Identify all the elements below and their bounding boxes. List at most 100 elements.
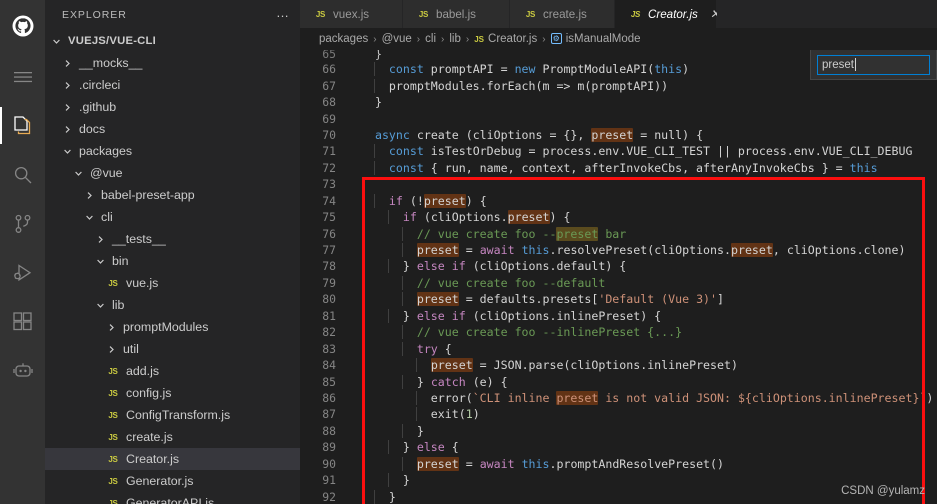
- explorer-more-actions-icon[interactable]: …: [276, 6, 290, 24]
- js-file-icon: JS: [105, 367, 121, 376]
- chevron-down-icon[interactable]: [72, 162, 85, 184]
- code-text: exit(1): [360, 407, 937, 421]
- line-number: 86: [300, 391, 360, 405]
- tree-item[interactable]: @vue: [45, 162, 300, 184]
- code-editor[interactable]: 65 }66 const promptAPI = new PromptModul…: [300, 50, 937, 504]
- editor-tab-bar[interactable]: JSvuex.jsJSbabel.jsJScreate.jsJSCreator.…: [300, 0, 937, 28]
- chevron-right-icon[interactable]: [61, 96, 74, 118]
- tree-item[interactable]: VUEJS/VUE-CLI: [45, 30, 300, 52]
- tree-item-label: .circleci: [74, 78, 120, 92]
- line-number: 78: [300, 259, 360, 273]
- chevron-down-icon[interactable]: [61, 140, 74, 162]
- chevron-down-icon[interactable]: [94, 294, 107, 316]
- code-text: async create (cliOptions = {}, preset = …: [360, 128, 937, 142]
- run-and-debug-icon[interactable]: [0, 248, 45, 297]
- find-widget[interactable]: preset: [810, 50, 937, 80]
- github-logo-icon[interactable]: [0, 0, 45, 52]
- source-control-icon[interactable]: [0, 199, 45, 248]
- js-file-icon: JS: [474, 35, 484, 44]
- line-number: 80: [300, 292, 360, 306]
- breadcrumb-item-label: packages: [319, 33, 368, 45]
- tree-item[interactable]: JSGeneratorAPI.js: [45, 492, 300, 504]
- breadcrumb-item[interactable]: ⚙ isManualMode: [551, 33, 641, 45]
- chevron-right-icon[interactable]: [105, 316, 118, 338]
- code-line: 69: [300, 110, 937, 126]
- js-file-icon: JS: [628, 10, 643, 19]
- tree-item[interactable]: cli: [45, 206, 300, 228]
- chevron-right-icon[interactable]: [94, 228, 107, 250]
- chevron-right-icon[interactable]: [61, 74, 74, 96]
- tree-item[interactable]: util: [45, 338, 300, 360]
- tree-item[interactable]: packages: [45, 140, 300, 162]
- breadcrumb[interactable]: packages›@vue›cli›lib›JSCreator.js›⚙isMa…: [300, 28, 937, 50]
- chevron-right-icon[interactable]: [61, 118, 74, 140]
- tree-item-label: __tests__: [107, 232, 166, 246]
- indent-guide: [402, 424, 403, 438]
- file-tree[interactable]: VUEJS/VUE-CLI__mocks__ .circleci .github do…: [45, 30, 300, 504]
- code-text: promptModules.forEach(m => m(promptAPI)): [360, 79, 937, 93]
- line-number: 67: [300, 79, 360, 93]
- indent-guide: [402, 276, 403, 290]
- tree-item[interactable]: __tests__: [45, 228, 300, 250]
- chevron-down-icon[interactable]: [94, 250, 107, 272]
- tree-item[interactable]: JSConfigTransform.js: [45, 404, 300, 426]
- tree-item[interactable]: JScreate.js: [45, 426, 300, 448]
- line-number: 74: [300, 194, 360, 208]
- tree-item[interactable]: docs: [45, 118, 300, 140]
- chevron-down-icon[interactable]: [83, 206, 96, 228]
- tab-bar-empty-area: [717, 0, 937, 28]
- line-number: 79: [300, 276, 360, 290]
- tree-item-selected[interactable]: JSCreator.js: [45, 448, 300, 470]
- breadcrumb-item[interactable]: packages: [319, 33, 368, 45]
- tree-item[interactable]: lib: [45, 294, 300, 316]
- chevron-right-icon[interactable]: [61, 52, 74, 74]
- chevron-right-icon[interactable]: [105, 338, 118, 360]
- tree-item[interactable]: JSGenerator.js: [45, 470, 300, 492]
- tree-item-label: packages: [74, 144, 132, 158]
- tree-item-label: docs: [74, 122, 105, 136]
- code-line: 78 } else if (cliOptions.default) {: [300, 258, 937, 274]
- breadcrumb-item[interactable]: JSCreator.js: [474, 33, 537, 45]
- line-number: 91: [300, 473, 360, 487]
- line-number: 65: [300, 50, 360, 61]
- tree-item-label: lib: [107, 298, 124, 312]
- line-number: 82: [300, 325, 360, 339]
- line-number: 85: [300, 375, 360, 389]
- chevron-down-icon[interactable]: [50, 30, 63, 52]
- tree-item[interactable]: .circleci: [45, 74, 300, 96]
- breadcrumb-item[interactable]: cli: [425, 33, 436, 45]
- breadcrumb-separator-icon: ›: [436, 34, 449, 45]
- editor-tab[interactable]: JSCreator.js✕: [615, 0, 717, 28]
- indent-guide: [374, 144, 375, 158]
- breadcrumb-item-label: isManualMode: [566, 33, 641, 45]
- menu-hamburger-icon[interactable]: [0, 52, 45, 101]
- code-text: }: [360, 424, 937, 438]
- code-line: 80 preset = defaults.presets['Default (V…: [300, 291, 937, 307]
- tree-item[interactable]: __mocks__: [45, 52, 300, 74]
- search-icon[interactable]: [0, 150, 45, 199]
- robot-copilot-icon[interactable]: [0, 346, 45, 395]
- code-line: 82 // vue create foo --inlinePreset {...…: [300, 324, 937, 340]
- indent-guide: [402, 342, 403, 356]
- code-line: 76 // vue create foo --preset bar: [300, 225, 937, 241]
- breadcrumb-item[interactable]: lib: [449, 33, 461, 45]
- chevron-right-icon[interactable]: [83, 184, 96, 206]
- editor-tab[interactable]: JSvuex.js: [300, 0, 403, 28]
- extensions-icon[interactable]: [0, 297, 45, 346]
- tree-item[interactable]: .github: [45, 96, 300, 118]
- explorer-files-icon[interactable]: [0, 101, 45, 150]
- code-line: 79 // vue create foo --default: [300, 275, 937, 291]
- find-input[interactable]: preset: [817, 55, 930, 75]
- js-file-icon: JS: [105, 279, 121, 288]
- tree-item[interactable]: bin: [45, 250, 300, 272]
- symbol-method-icon: ⚙: [551, 33, 562, 44]
- tree-item[interactable]: babel-preset-app: [45, 184, 300, 206]
- editor-tab[interactable]: JSbabel.js: [403, 0, 510, 28]
- breadcrumb-item[interactable]: @vue: [382, 33, 412, 45]
- tree-item[interactable]: JSvue.js: [45, 272, 300, 294]
- indent-guide: [388, 473, 389, 487]
- tree-item[interactable]: JSconfig.js: [45, 382, 300, 404]
- tree-item[interactable]: promptModules: [45, 316, 300, 338]
- editor-tab[interactable]: JScreate.js: [510, 0, 615, 28]
- tree-item[interactable]: JSadd.js: [45, 360, 300, 382]
